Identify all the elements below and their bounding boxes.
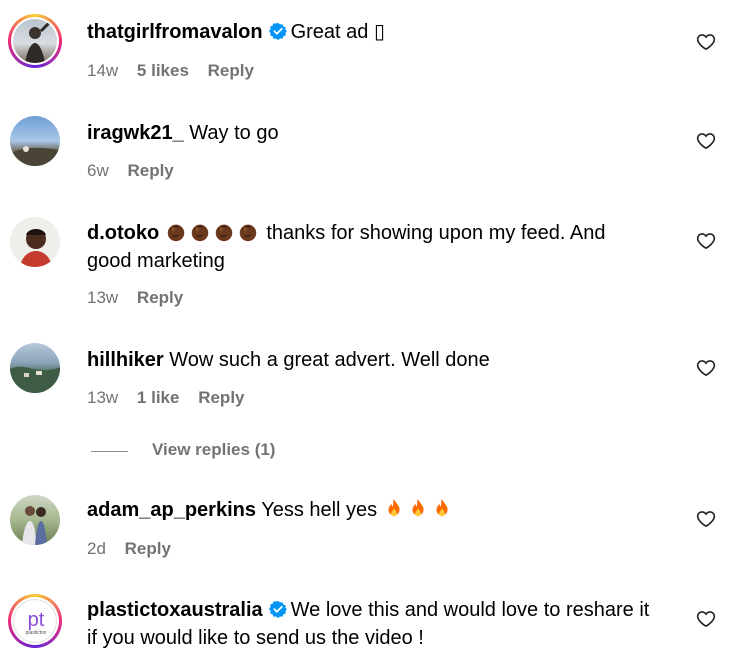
reply-button[interactable]: Reply — [137, 288, 183, 307]
heart-icon[interactable] — [696, 231, 716, 251]
avatar[interactable]: pt plastictox — [8, 594, 62, 648]
comment-body: thatgirlfromavalon Great ad ▯ — [87, 18, 669, 46]
verified-badge-icon — [269, 22, 287, 40]
comment-meta: 2d Reply — [87, 539, 185, 559]
username[interactable]: adam_ap_perkins — [87, 499, 256, 521]
heart-icon[interactable] — [696, 358, 716, 378]
replies-divider — [91, 451, 128, 452]
timestamp: 13w — [87, 288, 119, 307]
comment-text: Great ad ▯ — [290, 21, 385, 43]
heart-icon[interactable] — [696, 509, 716, 529]
fire-emoji — [431, 498, 453, 520]
heart-icon[interactable] — [696, 32, 716, 52]
comment-text: thanks for showing upon my feed. And — [266, 222, 606, 244]
reply-button[interactable]: Reply — [127, 161, 173, 180]
heart-icon[interactable] — [696, 609, 716, 629]
likes-count[interactable]: 5 likes — [137, 61, 189, 80]
comment-text-continued: good marketing — [87, 250, 225, 272]
heart-icon[interactable] — [696, 131, 716, 151]
reply-button[interactable]: Reply — [125, 539, 171, 558]
fire-emoji — [407, 498, 429, 520]
avatar[interactable] — [10, 343, 60, 393]
timestamp: 6w — [87, 161, 109, 180]
comment-text: Yess hell yes — [261, 499, 378, 521]
avatar[interactable] — [8, 14, 62, 68]
username[interactable]: plastictoxaustralia — [87, 599, 263, 621]
comment-text: Way to go — [189, 122, 279, 144]
comment-body: adam_ap_perkins Yess hell yes — [87, 496, 669, 524]
clapping-hands-emoji — [237, 221, 259, 243]
timestamp: 13w — [87, 388, 119, 407]
avatar[interactable] — [10, 495, 60, 545]
username[interactable]: thatgirlfromavalon — [87, 21, 263, 43]
comment-meta: 14w 5 likes Reply — [87, 61, 268, 81]
username[interactable]: hillhiker — [87, 349, 164, 371]
comment-meta: 6w Reply — [87, 161, 188, 181]
view-replies-button[interactable]: View replies (1) — [152, 440, 275, 460]
likes-count[interactable]: 1 like — [137, 388, 180, 407]
clapping-hands-emoji — [189, 221, 211, 243]
timestamp: 2d — [87, 539, 106, 558]
username[interactable]: iragwk21_ — [87, 122, 184, 144]
comment-meta: 13w 1 like Reply — [87, 388, 259, 408]
timestamp: 14w — [87, 61, 119, 80]
reply-button[interactable]: Reply — [198, 388, 244, 407]
avatar[interactable] — [10, 116, 60, 166]
comment-body: plastictoxaustralia We love this and woul… — [87, 596, 669, 652]
logo-text: pt — [28, 609, 45, 631]
comment-body: iragwk21_ Way to go — [87, 119, 669, 147]
verified-badge-icon — [269, 600, 287, 618]
comment-text-continued: if you would like to send us the video ! — [87, 627, 424, 649]
avatar[interactable] — [10, 217, 60, 267]
comment-body: hillhiker Wow such a great advert. Well … — [87, 346, 669, 374]
reply-button[interactable]: Reply — [208, 61, 254, 80]
comment-body: d.otoko thanks for showing upon my feed.… — [87, 219, 669, 275]
clapping-hands-emoji — [165, 221, 187, 243]
username[interactable]: d.otoko — [87, 222, 159, 244]
logo-subtext: plastictox — [26, 630, 47, 636]
clapping-hands-emoji — [213, 221, 235, 243]
fire-emoji — [383, 498, 405, 520]
comment-text: We love this and would love to reshare i… — [290, 599, 650, 621]
comment-meta: 13w Reply — [87, 288, 197, 308]
comment-text: Wow such a great advert. Well done — [169, 349, 490, 371]
